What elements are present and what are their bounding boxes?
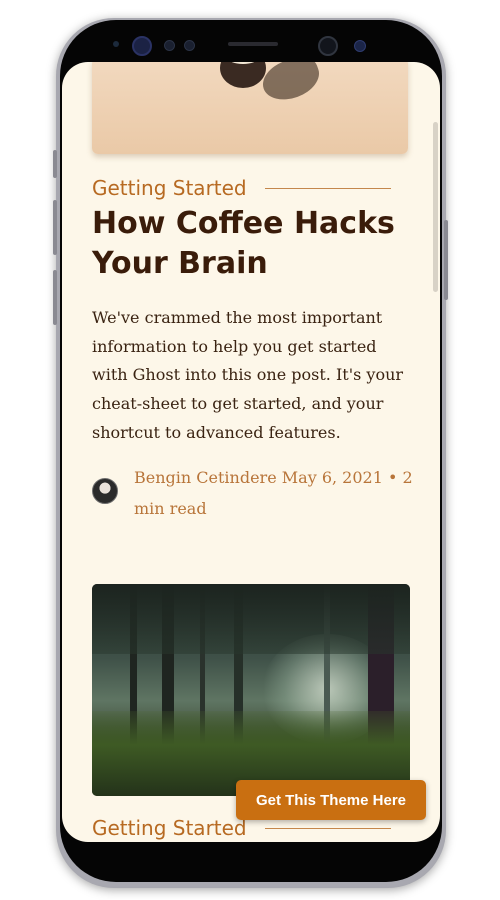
coffee-mug-shadow — [257, 62, 325, 107]
post-date: May 6, 2021 — [281, 468, 383, 487]
post-image-coffee[interactable] — [92, 62, 408, 154]
phone-side-button — [53, 150, 57, 178]
screen[interactable]: Getting Started How Coffee Hacks Your Br… — [62, 62, 440, 842]
front-camera-icon — [132, 36, 152, 56]
post-excerpt: We've crammed the most important informa… — [92, 308, 404, 442]
forest-canopy — [92, 584, 410, 654]
sensor-icon — [354, 40, 366, 52]
post-image-forest[interactable] — [92, 584, 410, 796]
post-title[interactable]: How Coffee Hacks Your Brain — [92, 204, 412, 284]
author-avatar[interactable] — [92, 478, 118, 504]
earpiece-speaker — [228, 42, 278, 46]
phone-side-button — [53, 200, 57, 255]
sensor-icon — [184, 40, 195, 51]
phone-side-button — [444, 220, 448, 300]
post-category-row: Getting Started — [92, 174, 392, 202]
author-name[interactable]: Bengin Cetindere — [134, 468, 277, 487]
get-theme-button[interactable]: Get This Theme Here — [236, 780, 426, 820]
post-category[interactable]: Getting Started — [92, 816, 247, 840]
meta-separator: • — [387, 468, 398, 487]
coffee-mug-image — [220, 62, 266, 88]
category-divider — [264, 827, 391, 829]
category-divider — [264, 187, 391, 189]
post-meta: Bengin Cetindere May 6, 2021 • 2 min rea… — [134, 462, 414, 524]
post-category[interactable]: Getting Started — [92, 176, 247, 200]
sensor-icon — [113, 41, 119, 47]
phone-side-button — [53, 270, 57, 325]
front-camera-icon — [318, 36, 338, 56]
sensor-icon — [164, 40, 175, 51]
scrollbar[interactable] — [433, 122, 438, 292]
